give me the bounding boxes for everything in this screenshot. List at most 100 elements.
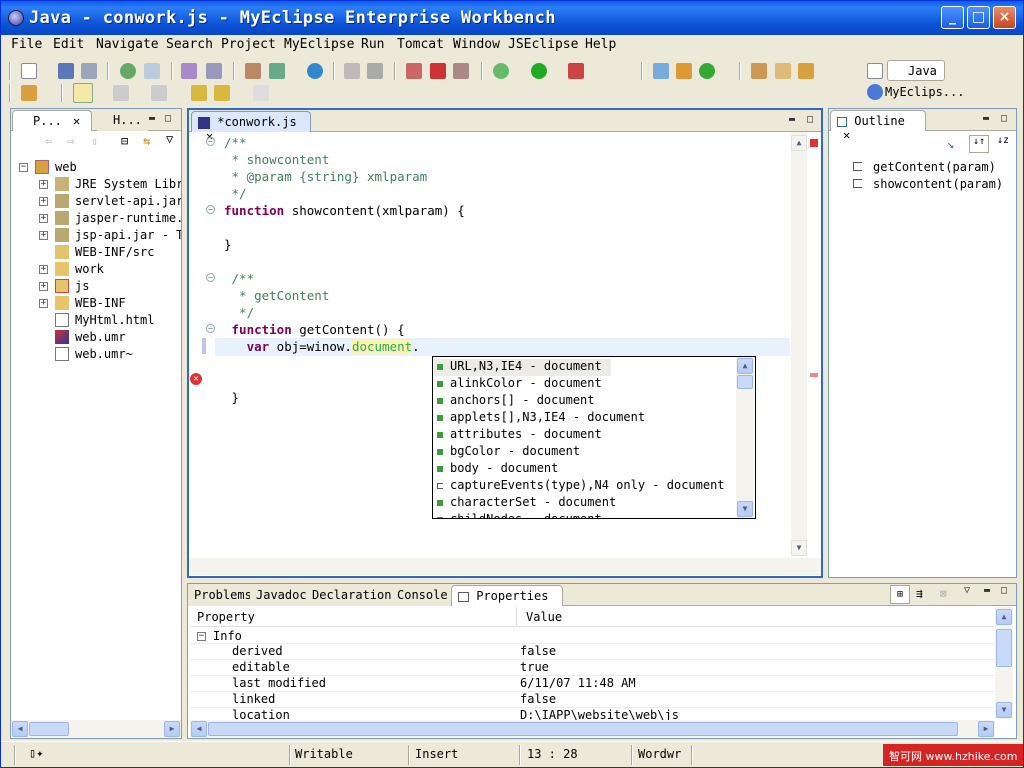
completion-proposal[interactable]: anchors[] - document [437, 393, 595, 410]
maximize-button[interactable]: □ [967, 6, 990, 29]
up-icon[interactable]: ⇧ [91, 134, 98, 148]
forward-arrow-icon[interactable]: ⇨ [67, 134, 74, 148]
maximize-view-icon[interactable]: □ [1001, 113, 1007, 124]
view-menu-icon[interactable]: ▽ [964, 585, 970, 596]
minimize-view-icon[interactable]: ▬ [984, 585, 990, 596]
java-perspective-button[interactable]: Java [887, 60, 945, 81]
menu-search[interactable]: Search [166, 37, 213, 52]
tomcat-start-icon[interactable] [406, 63, 422, 79]
open-type-icon[interactable] [751, 63, 767, 79]
refresh-icon[interactable] [367, 63, 383, 79]
editor-hscroll[interactable] [190, 558, 821, 575]
debug-icon[interactable] [493, 63, 509, 79]
open-perspective-icon[interactable] [867, 63, 883, 79]
property-group-info[interactable]: − Info [190, 628, 994, 644]
show-categories-icon[interactable]: ⊞ [890, 585, 910, 604]
new-package-icon[interactable] [676, 63, 692, 79]
code-line[interactable]: } [224, 237, 232, 254]
save-icon[interactable] [58, 63, 74, 79]
menu-edit[interactable]: Edit [53, 37, 84, 52]
tab-outline[interactable]: Outline ✕ [830, 110, 926, 142]
external-tools-icon[interactable] [568, 63, 584, 79]
completion-proposal[interactable]: characterSet - document [437, 495, 616, 512]
property-row[interactable]: derived false [190, 644, 994, 660]
fold-toggle-icon[interactable]: − [206, 324, 215, 333]
tab-problems[interactable]: Problems [188, 585, 259, 606]
close-tab-icon[interactable]: ✕ [73, 114, 80, 128]
scroll-down-button[interactable]: ▼ [791, 540, 807, 556]
scroll-up-button[interactable]: ▲ [791, 135, 807, 151]
property-row[interactable]: linked false [190, 692, 994, 708]
open-resource-icon[interactable] [21, 85, 37, 101]
tab-javadoc[interactable]: Javadoc [250, 585, 314, 606]
completion-proposal[interactable]: URL,N3,IE4 - document [437, 359, 602, 376]
tab-package-explorer[interactable]: P... ✕ [12, 110, 92, 131]
view-menu-icon[interactable]: ▽ [166, 132, 173, 146]
collapse-all-icon[interactable]: ⊟ [121, 134, 128, 148]
search-icon[interactable] [775, 63, 791, 79]
scroll-thumb[interactable] [29, 722, 69, 736]
code-line[interactable]: var obj=winow.document. [224, 339, 420, 356]
back-arrow-icon[interactable]: ⇦ [45, 134, 52, 148]
tab-console[interactable]: Console [391, 585, 455, 606]
completion-proposal[interactable]: body - document [437, 461, 558, 478]
last-edit-icon[interactable] [191, 85, 207, 101]
code-line[interactable]: */ [224, 186, 247, 203]
fold-toggle-icon[interactable]: − [206, 273, 215, 282]
tomcat-restart-icon[interactable] [453, 63, 469, 79]
new-ejb-icon[interactable] [206, 63, 222, 79]
print-icon[interactable] [81, 63, 97, 79]
sort-icon[interactable]: ↓↑ [969, 135, 989, 153]
scroll-right-button[interactable]: ▶ [978, 721, 994, 737]
open-folder-icon[interactable] [798, 63, 814, 79]
completion-proposal[interactable]: applets[],N3,IE4 - document [437, 410, 645, 427]
link-editor-icon[interactable]: ⇆ [143, 134, 150, 148]
menu-navigate[interactable]: Navigate [96, 37, 159, 52]
completion-proposal[interactable]: captureEvents(type),N4 only - document [437, 478, 725, 495]
completion-proposal[interactable]: bgColor - document [437, 444, 580, 461]
next-annotation-icon[interactable] [113, 85, 129, 101]
code-line[interactable]: function showcontent(xmlparam) { [224, 203, 465, 220]
completion-proposal[interactable]: childNodes - document [437, 512, 602, 518]
new-java-project-icon[interactable] [653, 63, 669, 79]
menu-file[interactable]: File [11, 37, 42, 52]
debug-config-icon[interactable] [120, 63, 136, 79]
menu-window[interactable]: Window [453, 37, 500, 52]
new-class-icon[interactable] [699, 63, 715, 79]
minimize-view-icon[interactable]: ▬ [789, 114, 795, 125]
tomcat-stop-icon[interactable] [430, 63, 446, 79]
new-icon[interactable] [21, 63, 37, 79]
scroll-down-button[interactable]: ▼ [737, 501, 753, 517]
scroll-right-button[interactable]: ▶ [164, 721, 180, 737]
warning-overview-marker[interactable] [810, 373, 818, 377]
scroll-left-button[interactable]: ◀ [191, 721, 207, 737]
error-marker-icon[interactable]: ✕ [190, 373, 202, 385]
property-row[interactable]: last modified 6/11/07 11:48 AM [190, 676, 994, 692]
menu-myeclipse[interactable]: MyEclipse [284, 37, 354, 52]
sort-alpha-icon[interactable]: ↓z [993, 135, 1013, 153]
prev-annotation-icon[interactable] [151, 85, 167, 101]
column-header-property[interactable]: Property [197, 610, 255, 624]
code-line[interactable]: /** [224, 135, 247, 152]
menu-jseclipse[interactable]: JSEclipse [508, 37, 578, 52]
maximize-view-icon[interactable]: □ [807, 114, 813, 125]
maximize-view-icon[interactable]: □ [1001, 585, 1007, 596]
tab-declaration[interactable]: Declaration [306, 585, 399, 606]
code-line[interactable]: */ [224, 305, 254, 322]
menu-tomcat[interactable]: Tomcat [397, 37, 444, 52]
code-line[interactable]: function getContent() { [224, 322, 405, 339]
content-assist-popup[interactable]: URL,N3,IE4 - document alinkColor - docume… [432, 356, 756, 519]
forward-icon[interactable] [344, 63, 360, 79]
back-icon[interactable] [214, 85, 230, 101]
completion-proposal[interactable]: alinkColor - document [437, 376, 602, 393]
menu-project[interactable]: Project [221, 37, 276, 52]
restore-default-icon[interactable]: ⊠ [940, 587, 947, 600]
menu-run[interactable]: Run [361, 37, 384, 52]
completion-proposal[interactable]: attributes - document [437, 427, 602, 444]
code-line[interactable]: * @param {string} xmlparam [224, 169, 428, 186]
maximize-view-icon[interactable]: □ [165, 113, 171, 124]
fast-view-icon[interactable]: ▯✦ [29, 746, 43, 760]
code-line[interactable]: * getContent [224, 288, 329, 305]
forward-nav-icon[interactable] [253, 85, 269, 101]
minimize-view-icon[interactable]: ▬ [983, 113, 989, 124]
